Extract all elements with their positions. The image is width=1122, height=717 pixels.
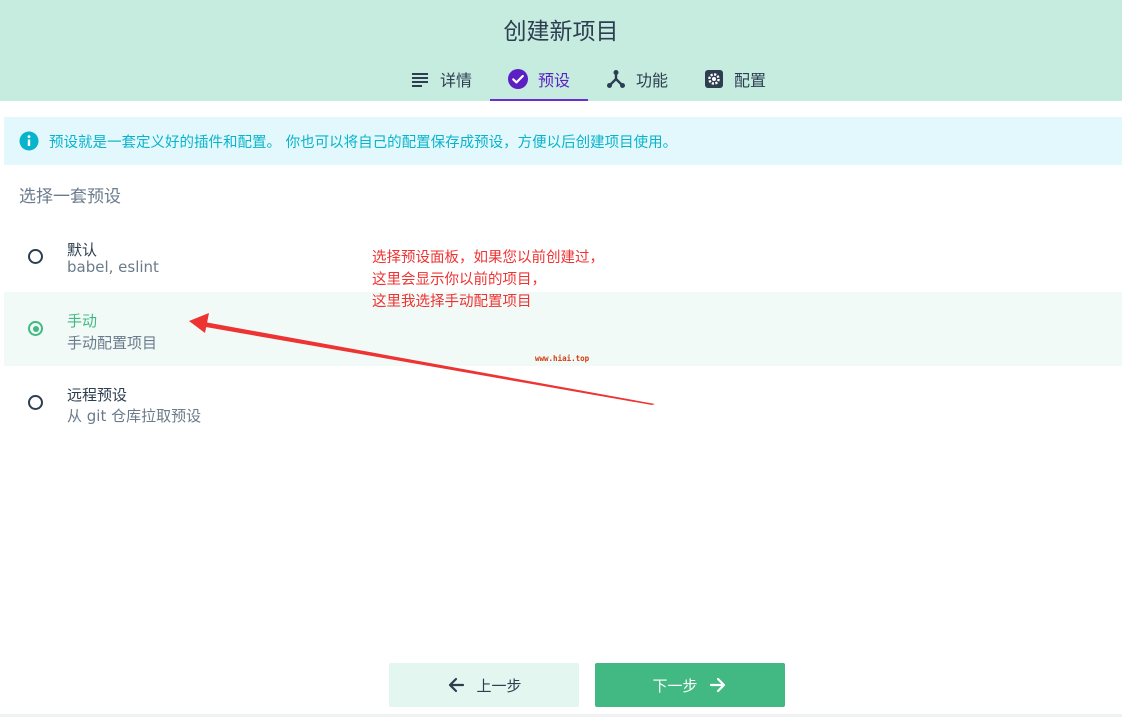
arrow-left-icon [446, 675, 466, 695]
annotation-line: 这里会显示你以前的项目， [372, 272, 546, 288]
arrow-right-icon [708, 675, 728, 695]
prev-button-label: 上一步 [476, 676, 522, 695]
annotation-note: 选择预设面板，如果您以前创建过， 这里会显示你以前的项目， 这里我选择手动配置项… [372, 247, 604, 313]
annotation-line: 这里我选择手动配置项目 [372, 294, 532, 310]
watermark: www.hiai.top [535, 354, 590, 363]
next-button-label: 下一步 [652, 676, 698, 695]
annotation-line: 选择预设面板，如果您以前创建过， [372, 250, 604, 266]
next-button[interactable]: 下一步 [595, 663, 785, 707]
prev-button[interactable]: 上一步 [389, 663, 579, 707]
